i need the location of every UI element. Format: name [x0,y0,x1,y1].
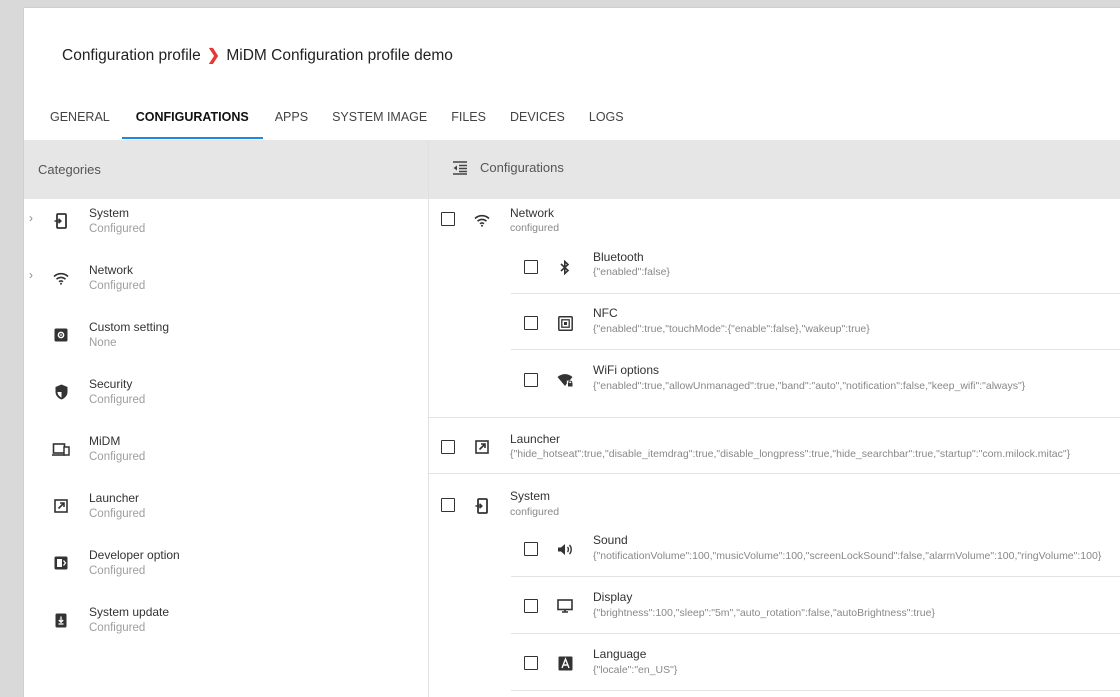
category-name: Launcher [89,491,140,505]
category-custom-setting[interactable]: Custom setting None [24,320,424,376]
panel-header: Categories Configurations [24,140,1120,199]
developer-option-icon [52,554,70,572]
config-name: Bluetooth [593,250,644,264]
wifi-options-checkbox[interactable] [524,373,538,387]
category-status: Configured [89,394,146,406]
network-checkbox[interactable] [441,212,455,226]
wifi-lock-icon [556,371,574,389]
category-developer-option[interactable]: Developer option Configured [24,548,424,604]
expand-chevron-icon[interactable]: › [29,268,33,282]
bluetooth-icon [556,258,574,276]
group-divider [429,417,1120,418]
config-name: System [510,489,551,503]
display-checkbox[interactable] [524,599,538,613]
tab-general[interactable]: GENERAL [38,109,122,139]
sound-checkbox[interactable] [524,542,538,556]
midm-devices-icon [52,440,70,458]
category-status: Configured [89,451,146,463]
config-value: {"enabled":true,"allowUnmanaged":true,"b… [593,380,1026,392]
language-icon [556,654,574,672]
config-name: NFC [593,306,618,320]
nfc-icon [556,314,574,332]
tab-logs[interactable]: LOGS [577,109,636,139]
category-name: Network [89,263,134,277]
app-frame: Configuration profile ❯ MiDM Configurati… [23,7,1120,697]
category-name: System [89,206,130,220]
tab-bar: GENERAL CONFIGURATIONS APPS SYSTEM IMAGE… [38,109,636,139]
breadcrumb: Configuration profile ❯ MiDM Configurati… [62,46,453,65]
row-divider [511,633,1120,634]
expand-chevron-icon[interactable]: › [29,211,33,225]
config-name: WiFi options [593,363,660,377]
nfc-checkbox[interactable] [524,316,538,330]
tab-configurations[interactable]: CONFIGURATIONS [121,109,263,139]
panel-divider [428,140,429,697]
config-name: Language [593,647,647,661]
row-divider [511,690,1120,691]
language-checkbox[interactable] [524,656,538,670]
config-name: Sound [593,533,628,547]
category-system[interactable]: › System Configured [24,206,424,262]
breadcrumb-current: MiDM Configuration profile demo [226,47,453,64]
collapse-panel-icon[interactable] [452,160,468,175]
tab-system-image[interactable]: SYSTEM IMAGE [320,109,439,139]
config-name: Launcher [510,432,561,446]
breadcrumb-separator-icon: ❯ [207,47,221,64]
config-value: {"notificationVolume":100,"musicVolume":… [593,550,1102,562]
group-divider [429,473,1120,474]
category-launcher[interactable]: Launcher Configured [24,491,424,547]
system-icon [52,212,70,230]
config-value: {"enabled":false} [593,266,670,278]
system-icon [473,497,491,515]
launcher-checkbox[interactable] [441,440,455,454]
row-divider [511,576,1120,577]
category-status: Configured [89,508,146,520]
config-value: {"hide_hotseat":true,"disable_itemdrag":… [510,448,1071,460]
category-midm[interactable]: MiDM Configured [24,434,424,490]
system-checkbox[interactable] [441,498,455,512]
category-status: Configured [89,280,146,292]
breadcrumb-parent[interactable]: Configuration profile [62,47,201,64]
category-status: Configured [89,622,146,634]
config-status: configured [510,222,560,234]
category-status: None [89,337,117,349]
tab-files[interactable]: FILES [439,109,498,139]
config-name: Network [510,206,555,220]
category-name: Custom setting [89,320,170,334]
config-value: {"enabled":true,"touchMode":{"enable":fa… [593,323,870,335]
tab-apps[interactable]: APPS [263,109,320,139]
config-value: {"brightness":100,"sleep":"5m","auto_rot… [593,607,935,619]
config-name: Display [593,590,633,604]
display-icon [556,597,574,615]
bluetooth-checkbox[interactable] [524,260,538,274]
system-update-icon [52,611,70,629]
categories-header: Categories [38,162,101,177]
row-divider [511,349,1120,350]
category-name: Security [89,377,133,391]
category-name: System update [89,605,170,619]
category-name: MiDM [89,434,121,448]
launcher-icon [52,497,70,515]
wifi-icon [473,211,491,229]
config-value: {"locale":"en_US"} [593,664,678,676]
configurations-header-label: Configurations [480,160,564,175]
category-name: Developer option [89,548,180,562]
config-status: configured [510,506,560,518]
custom-setting-icon [52,326,70,344]
launcher-icon [473,438,491,456]
category-network[interactable]: › Network Configured [24,263,424,319]
volume-icon [556,540,574,558]
wifi-icon [52,269,70,287]
category-status: Configured [89,565,146,577]
security-shield-icon [52,383,70,401]
category-security[interactable]: Security Configured [24,377,424,433]
category-status: Configured [89,223,146,235]
category-system-update[interactable]: System update Configured [24,605,424,661]
row-divider [511,293,1120,294]
configurations-header: Configurations [452,160,564,175]
tab-devices[interactable]: DEVICES [498,109,577,139]
